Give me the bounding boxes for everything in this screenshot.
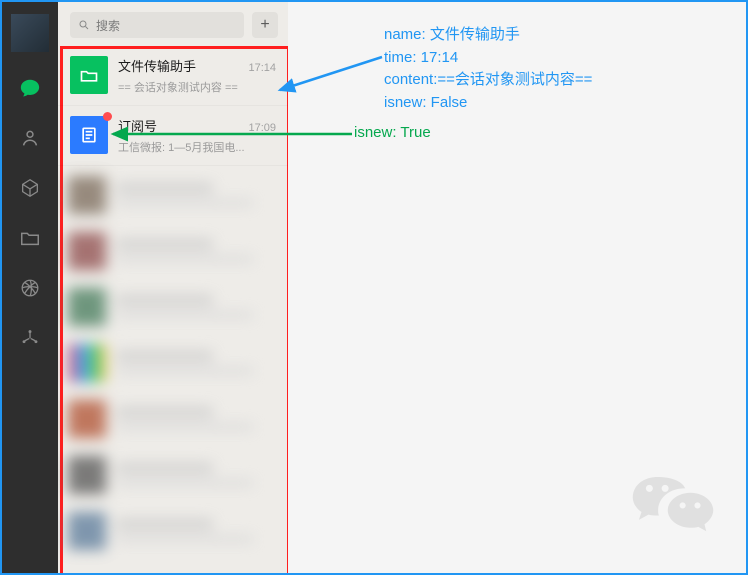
- conversation-meta: 文件传输助手 17:14 == 会话对象测试内容 ==: [118, 56, 276, 95]
- conversation-preview: == 会话对象测试内容 ==: [118, 79, 276, 95]
- subscription-icon: [70, 116, 108, 154]
- app-window: 搜索 + 文件传输助手 17:14 == 会话对象测试内: [2, 2, 746, 573]
- conversation-list: 文件传输助手 17:14 == 会话对象测试内容 == 订阅号: [58, 46, 288, 573]
- search-icon: [78, 19, 90, 31]
- nav-chat-icon[interactable]: [16, 74, 44, 102]
- search-placeholder: 搜索: [96, 17, 120, 34]
- conversation-time: 17:14: [248, 62, 276, 74]
- nav-mini-icon[interactable]: [16, 324, 44, 352]
- nav-contacts-icon[interactable]: [16, 124, 44, 152]
- conversation-time: 17:09: [248, 122, 276, 134]
- search-row: 搜索 +: [58, 2, 288, 46]
- conversation-title: 订阅号: [118, 116, 157, 135]
- nav-moments-icon[interactable]: [16, 274, 44, 302]
- conversation-meta: 订阅号 17:09 工信微报: 1—5月我国电...: [118, 116, 276, 155]
- add-button[interactable]: +: [252, 12, 278, 38]
- main-content: [288, 2, 746, 573]
- nav-files-icon[interactable]: [16, 224, 44, 252]
- file-transfer-icon: [70, 56, 108, 94]
- sidebar-nav: [2, 2, 58, 573]
- nav-collect-icon[interactable]: [16, 174, 44, 202]
- search-input[interactable]: 搜索: [70, 12, 244, 38]
- conversation-title: 文件传输助手: [118, 56, 196, 75]
- blurred-conversations: [68, 176, 278, 565]
- wechat-watermark-icon: [628, 470, 718, 545]
- user-avatar[interactable]: [11, 14, 49, 52]
- conversation-item[interactable]: 订阅号 17:09 工信微报: 1—5月我国电...: [58, 106, 288, 166]
- plus-icon: +: [260, 16, 269, 34]
- conversation-preview: 工信微报: 1—5月我国电...: [118, 139, 276, 155]
- conversation-panel: 搜索 + 文件传输助手 17:14 == 会话对象测试内: [58, 2, 288, 573]
- unread-badge: [103, 112, 112, 121]
- conversation-item[interactable]: 文件传输助手 17:14 == 会话对象测试内容 ==: [58, 46, 288, 106]
